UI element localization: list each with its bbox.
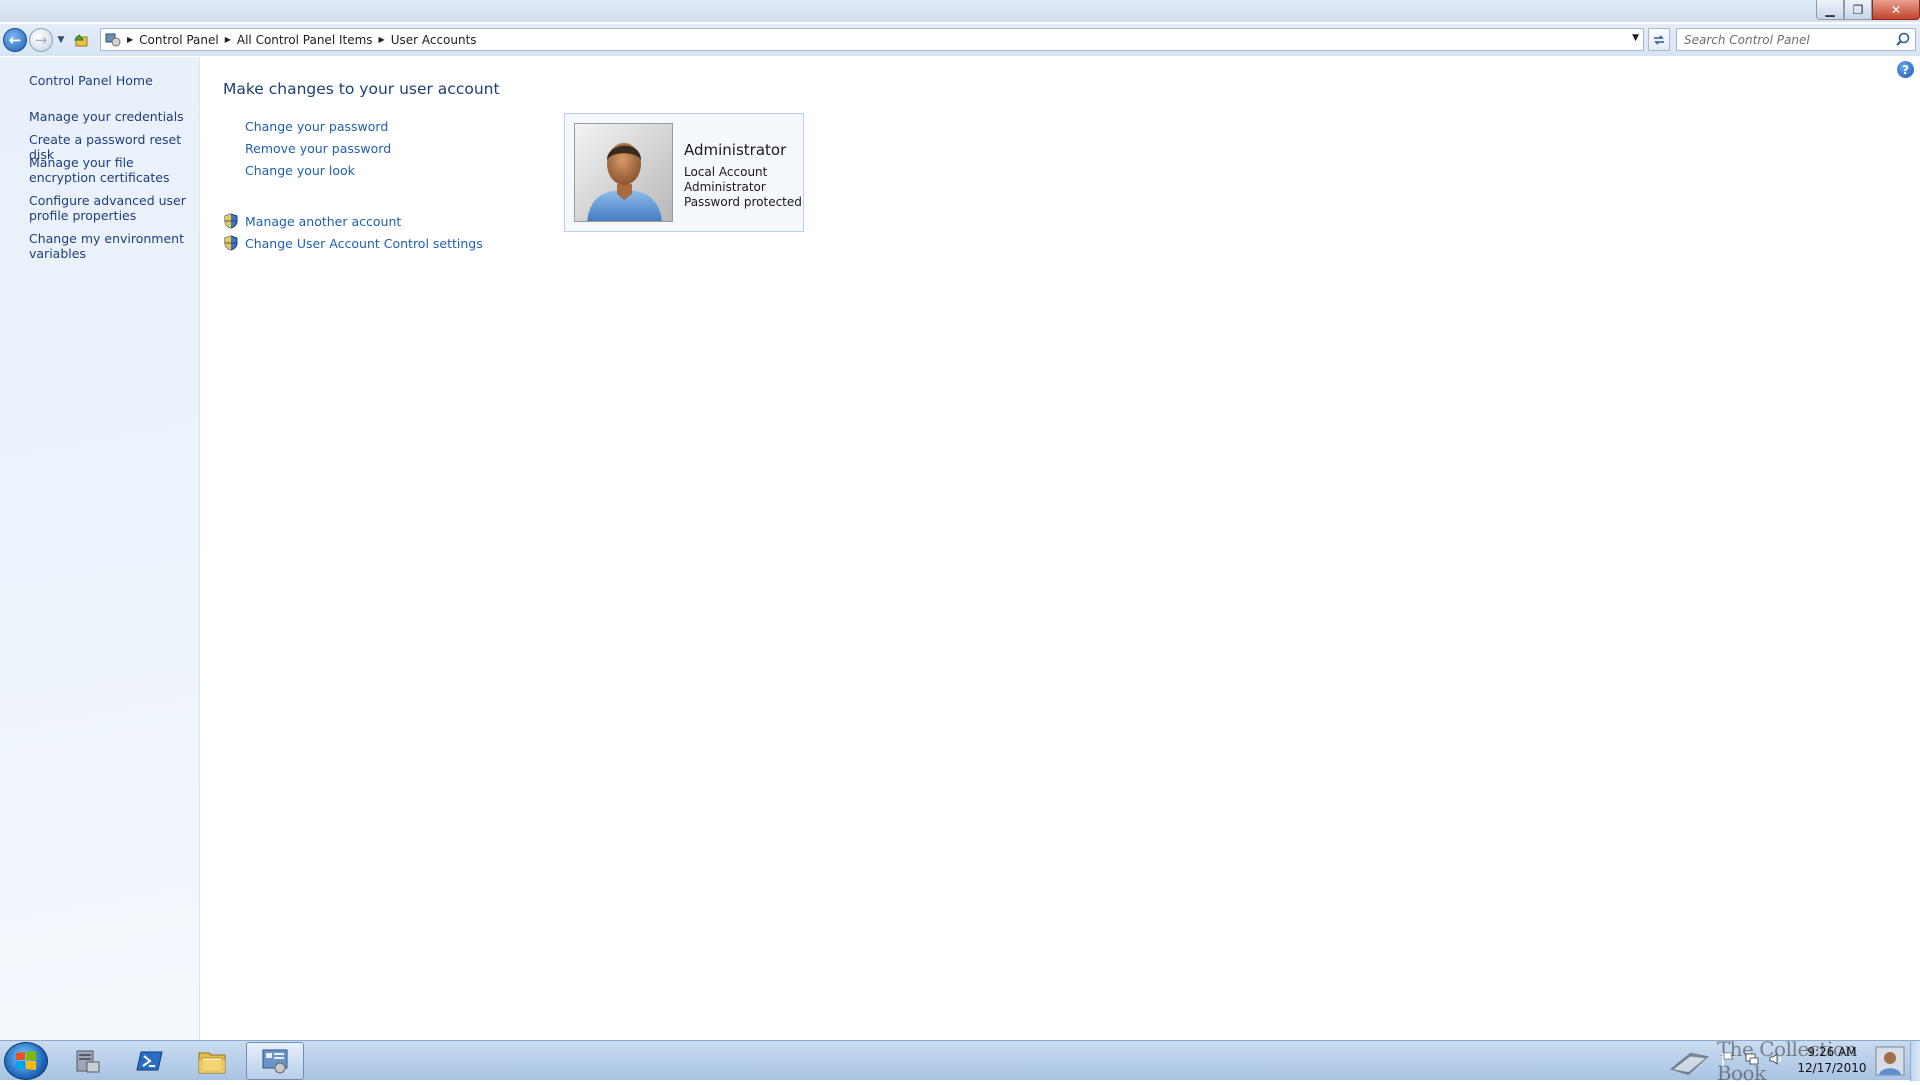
notification-area <box>1720 1051 1784 1067</box>
taskbar-control-panel[interactable] <box>246 1042 304 1080</box>
control-panel-window: ▁ ❐ ✕ ← → ▼ ▶ Control Panel ▶ All Contro… <box>0 0 1920 1040</box>
clock-time: 9:26 AM <box>1807 1045 1857 1059</box>
control-panel-icon <box>105 32 121 48</box>
remove-password-link[interactable]: Remove your password <box>245 141 391 156</box>
breadcrumb-all-items[interactable]: All Control Panel Items <box>237 33 373 47</box>
search-box[interactable] <box>1676 28 1916 51</box>
control-panel-icon <box>262 1049 288 1074</box>
taskbar-server-manager[interactable] <box>60 1042 116 1080</box>
main-content: ? Make changes to your user account Chan… <box>201 57 1920 1040</box>
breadcrumb-separator-icon[interactable]: ▶ <box>127 35 133 44</box>
taskbar-windows-explorer[interactable] <box>184 1042 240 1080</box>
navigation-bar: ← → ▼ ▶ Control Panel ▶ All Control Pane… <box>0 24 1920 56</box>
pinned-user-thumbnail[interactable] <box>1870 1042 1910 1080</box>
help-icon[interactable]: ? <box>1897 61 1914 78</box>
account-type: Local Account <box>684 165 768 179</box>
close-button[interactable]: ✕ <box>1872 0 1920 20</box>
account-password-status: Password protected <box>684 195 802 209</box>
volume-icon[interactable] <box>1768 1051 1784 1067</box>
breadcrumb-separator-icon[interactable]: ▶ <box>379 35 385 44</box>
environment-variables-link[interactable]: Change my environment variables <box>29 231 194 261</box>
file-encryption-certificates-link[interactable]: Manage your file encryption certificates <box>29 155 194 185</box>
user-silhouette-icon <box>587 143 662 221</box>
taskbar-powershell[interactable] <box>122 1042 178 1080</box>
manage-credentials-link[interactable]: Manage your credentials <box>29 109 194 124</box>
forward-arrow-icon: → <box>34 31 48 49</box>
left-task-pane: Control Panel Home Manage your credentia… <box>0 57 200 1040</box>
uac-shield-icon <box>224 213 238 229</box>
breadcrumb-user-accounts[interactable]: User Accounts <box>391 33 477 47</box>
server-manager-icon <box>76 1050 100 1073</box>
back-button[interactable]: ← <box>3 28 27 52</box>
show-desktop-button[interactable] <box>1910 1041 1920 1081</box>
control-panel-home-link[interactable]: Control Panel Home <box>29 73 194 88</box>
book-logo-icon <box>1669 1052 1709 1075</box>
account-name: Administrator <box>684 141 787 159</box>
back-arrow-icon: ← <box>8 31 22 49</box>
account-role: Administrator <box>684 180 766 194</box>
uac-settings-link[interactable]: Change User Account Control settings <box>245 236 483 251</box>
search-icon[interactable] <box>1894 31 1912 49</box>
windows-explorer-icon <box>198 1052 226 1074</box>
change-password-link[interactable]: Change your password <box>245 119 388 134</box>
breadcrumb-control-panel[interactable]: Control Panel <box>139 33 219 47</box>
system-clock[interactable]: 9:26 AM 12/17/2010 <box>1797 1044 1867 1076</box>
refresh-button[interactable] <box>1648 28 1670 51</box>
search-input[interactable] <box>1677 32 1894 47</box>
change-look-link[interactable]: Change your look <box>245 163 355 178</box>
powershell-icon <box>136 1051 163 1071</box>
minimize-button[interactable]: ▁ <box>1816 0 1844 20</box>
address-bar[interactable]: ▶ Control Panel ▶ All Control Panel Item… <box>100 28 1644 51</box>
avatar <box>574 123 673 222</box>
up-folder-icon[interactable] <box>73 32 89 48</box>
forward-button[interactable]: → <box>29 28 53 52</box>
taskbar: The Collection Book 9:26 AM 12/17/2010 <box>0 1037 1920 1085</box>
user-thumbnail-icon <box>1875 1046 1905 1076</box>
window-controls: ▁ ❐ ✕ <box>1816 0 1920 20</box>
title-bar[interactable]: ▁ ❐ ✕ <box>0 0 1920 22</box>
account-card: Administrator Local Account Administrato… <box>564 113 804 232</box>
network-icon[interactable] <box>1744 1051 1760 1067</box>
uac-shield-icon <box>224 235 238 251</box>
action-center-flag-icon[interactable] <box>1720 1051 1736 1067</box>
manage-another-account-link[interactable]: Manage another account <box>245 214 401 229</box>
start-button[interactable] <box>4 1042 48 1080</box>
page-title: Make changes to your user account <box>223 80 500 98</box>
address-dropdown-icon[interactable]: ▼ <box>1632 33 1639 43</box>
refresh-icon <box>1654 34 1664 45</box>
advanced-profile-properties-link[interactable]: Configure advanced user profile properti… <box>29 193 194 223</box>
breadcrumb-separator-icon[interactable]: ▶ <box>225 35 231 44</box>
restore-button[interactable]: ❐ <box>1844 0 1872 20</box>
chevron-down-icon: ▼ <box>57 35 65 45</box>
windows-logo-icon <box>16 1051 36 1070</box>
clock-date: 12/17/2010 <box>1797 1061 1867 1075</box>
recent-pages-dropdown[interactable]: ▼ <box>55 35 67 45</box>
